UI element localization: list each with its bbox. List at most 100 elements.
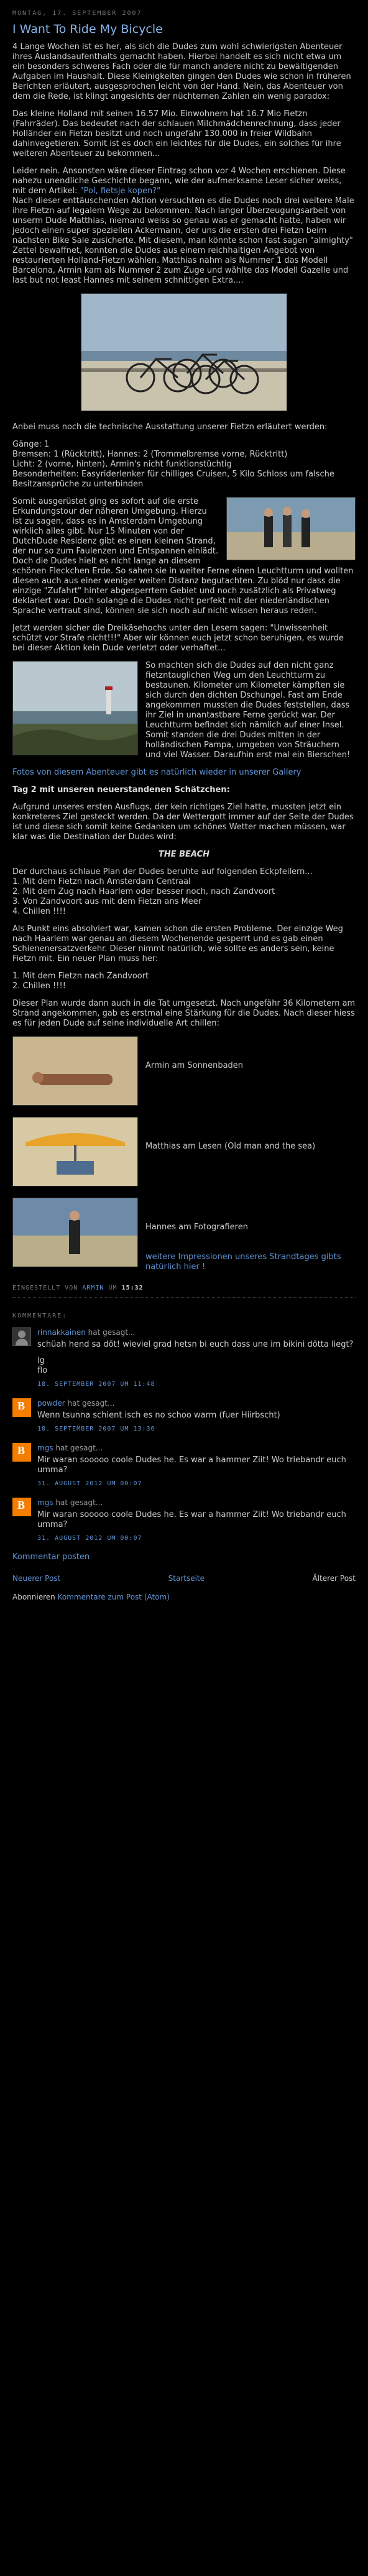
post-jetzt: Jetzt werden sicher die Dreikäsehochs un… <box>12 624 344 653</box>
comment-text: Wenn tsunna schient isch es no schoo war… <box>37 1411 280 1420</box>
more-link-wrap: weitere Impressionen unseres Strandtages… <box>145 1252 356 1272</box>
older-post-link[interactable]: Älterer Post <box>312 1573 356 1583</box>
footer-um: UM <box>108 1285 117 1291</box>
gear-item: Licht: 2 (vorne, hinten), Armin's nicht … <box>12 460 232 469</box>
gallery-link[interactable]: Fotos von diesem Abenteuer gibt es natür… <box>12 768 301 777</box>
said-label: hat gesagt... <box>55 1498 103 1507</box>
subscribe-prefix: Abonnieren <box>12 1593 55 1601</box>
home-link[interactable]: Startseite <box>168 1573 205 1583</box>
post-intro: 4 Lange Wochen ist es her, als sich die … <box>12 42 351 101</box>
comments-heading: KOMMENTARE: <box>12 1313 68 1319</box>
post-comment-link[interactable]: Kommentar posten <box>12 1552 90 1562</box>
comment-body: mgs hat gesagt... Mir waran sooooo coole… <box>37 1443 356 1489</box>
hannes-photo[interactable] <box>12 1198 138 1267</box>
comments-list: rinnakkainen hat gesagt... schüah hend s… <box>12 1327 356 1544</box>
post-anbei: Anbei muss noch die technische Ausstattu… <box>12 422 328 432</box>
post-dieser-plan: Dieser Plan wurde dann auch in die Tat u… <box>12 999 356 1028</box>
comment-author-line: mgs hat gesagt... <box>37 1498 356 1508</box>
plan-item: 4. Chillen !!!! <box>12 907 66 916</box>
comment-author[interactable]: powder <box>37 1399 65 1408</box>
comment-text: Mir waran sooooo coole Dudes he. Es war … <box>37 1455 346 1475</box>
matthias-row: Matthias am Lesen (Old man and the sea) <box>12 1117 356 1186</box>
blogger-icon[interactable]: B <box>12 1498 31 1516</box>
post-time-link[interactable]: 15:32 <box>122 1285 144 1291</box>
subscribe-link[interactable]: Kommentare zum Post (Atom) <box>58 1593 170 1601</box>
post-tag2: Aufgrund unseres ersten Ausflugs, der ke… <box>12 803 354 842</box>
comment-author[interactable]: rinnakkainen <box>37 1328 86 1337</box>
bikes-photo-container <box>12 293 356 411</box>
comment-body: mgs hat gesagt... Mir waran sooooo coole… <box>37 1498 356 1544</box>
dudes-beach-photo[interactable] <box>226 497 356 560</box>
comment-item: B powder hat gesagt... Wenn tsunna schie… <box>12 1398 356 1434</box>
gear-item: Gänge: 1 <box>12 440 50 449</box>
plan2-item: 1. Mit dem Fietzn nach Zandvoort <box>12 972 149 981</box>
comment-author-line: rinnakkainen hat gesagt... <box>37 1327 353 1337</box>
blog-pager: Neuerer Post Startseite Älterer Post <box>12 1573 356 1583</box>
comment-author-line: powder hat gesagt... <box>37 1398 280 1408</box>
gear-list: Gänge: 1 Bremsen: 1 (Rücktritt), Hannes:… <box>12 440 356 489</box>
plan-item: 1. Mit dem Fietzn nach Amsterdam Centraa… <box>12 877 191 886</box>
post-holland: Das kleine Holland mit seinen 16.57 Mio.… <box>12 109 341 158</box>
comment-sign: lg <box>37 1356 45 1365</box>
matthias-caption: Matthias am Lesen (Old man and the sea) <box>145 1142 316 1151</box>
more-impressions-link[interactable]: weitere Impressionen unseres Strandtages… <box>145 1252 341 1272</box>
post-footer: EINGESTELLT VON ARMIN UM 15:32 <box>12 1283 356 1298</box>
plan2-item: 2. Chillen !!!! <box>12 981 66 991</box>
avatar[interactable] <box>12 1327 31 1346</box>
gallery-para: Fotos von diesem Abenteuer gibt es natür… <box>12 768 356 778</box>
comment-time[interactable]: 18. SEPTEMBER 2007 UM 13:36 <box>37 1424 280 1434</box>
post-title[interactable]: I Want To Ride My Bicycle <box>12 22 356 36</box>
newer-post-link[interactable]: Neuerer Post <box>12 1573 60 1583</box>
comment-time[interactable]: 31. AUGUST 2012 UM 00:07 <box>37 1534 356 1544</box>
post-comment-wrap: Kommentar posten <box>12 1552 356 1562</box>
tag2-title: Tag 2 mit unseren neuerstandenen Schätzc… <box>12 785 230 794</box>
comment-item: rinnakkainen hat gesagt... schüah hend s… <box>12 1327 356 1390</box>
footer-prefix: EINGESTELLT VON <box>12 1285 78 1291</box>
comment-time[interactable]: 31. AUGUST 2012 UM 00:07 <box>37 1479 356 1489</box>
blogger-icon[interactable]: B <box>12 1398 31 1417</box>
bikes-photo[interactable] <box>81 293 287 411</box>
leider-text: Leider nein. Ansonsten wäre dieser Eintr… <box>12 166 346 196</box>
comment-author[interactable]: mgs <box>37 1498 53 1507</box>
comment-author[interactable]: mgs <box>37 1444 53 1452</box>
avatar-head <box>18 1331 25 1338</box>
post-leider: Leider nein. Ansonsten wäre dieser Eintr… <box>12 166 356 286</box>
gear-item: Besonderheiten: Easyriderlenker für chil… <box>12 470 334 489</box>
said-label: hat gesagt... <box>55 1444 103 1452</box>
comment-sign: flo <box>37 1366 48 1375</box>
armin-photo[interactable] <box>12 1036 138 1106</box>
post-date: MONTAG, 17. SEPTEMBER 2007 <box>12 10 142 17</box>
avatar-body <box>16 1339 28 1345</box>
comment-item: B mgs hat gesagt... Mir waran sooooo coo… <box>12 1498 356 1544</box>
matthias-photo[interactable] <box>12 1117 138 1186</box>
comment-text: schüah hend sa döt! wieviel grad hetsn b… <box>37 1340 354 1349</box>
comment-text: Mir waran sooooo coole Dudes he. Es war … <box>37 1510 346 1529</box>
armin-row: Armin am Sonnenbaden <box>12 1036 356 1106</box>
plan-block: Der durchaus schlaue Plan der Dudes beru… <box>12 867 356 917</box>
armin-caption: Armin am Sonnenbaden <box>145 1061 244 1070</box>
beach-title: THE BEACH <box>158 850 210 859</box>
post-als-punkt: Als Punkt eins absolviert war, kamen sch… <box>12 924 343 963</box>
plan-item: 2. Mit dem Zug nach Haarlem oder besser … <box>12 887 275 896</box>
post: MONTAG, 17. SEPTEMBER 2007 I Want To Rid… <box>12 0 356 1602</box>
comment-body: powder hat gesagt... Wenn tsunna schient… <box>37 1398 280 1434</box>
plan-intro: Der durchaus schlaue Plan der Dudes beru… <box>12 867 313 876</box>
comment-author-line: mgs hat gesagt... <box>37 1443 356 1453</box>
pol-fietsje-link[interactable]: "Pol, fietsje kopen?" <box>80 186 160 196</box>
comment-item: B mgs hat gesagt... Mir waran sooooo coo… <box>12 1443 356 1489</box>
hannes-caption: Hannes am Fotografieren weitere Impressi… <box>145 1198 356 1272</box>
said-label: hat gesagt... <box>67 1399 115 1408</box>
plan-item: 3. Von Zandvoort aus mit dem Fietzn ans … <box>12 897 202 906</box>
author-link[interactable]: ARMIN <box>82 1285 104 1291</box>
blogger-icon[interactable]: B <box>12 1443 31 1462</box>
hannes-row: Hannes am Fotografieren weitere Impressi… <box>12 1198 356 1272</box>
hannes-caption-text: Hannes am Fotografieren <box>145 1222 248 1232</box>
comment-time[interactable]: 18. SEPTEMBER 2007 UM 11:48 <box>37 1380 353 1390</box>
leider-text-2: Nach dieser enttäuschenden Aktion versuc… <box>12 196 354 285</box>
subscribe-line: Abonnieren Kommentare zum Post (Atom) <box>12 1592 356 1602</box>
comment-body: rinnakkainen hat gesagt... schüah hend s… <box>37 1327 353 1390</box>
said-label: hat gesagt... <box>88 1328 136 1337</box>
gear-item: Bremsen: 1 (Rücktritt), Hannes: 2 (Tromm… <box>12 450 288 459</box>
plan2-block: 1. Mit dem Fietzn nach Zandvoort 2. Chil… <box>12 972 356 991</box>
lighthouse-photo[interactable] <box>12 661 138 755</box>
